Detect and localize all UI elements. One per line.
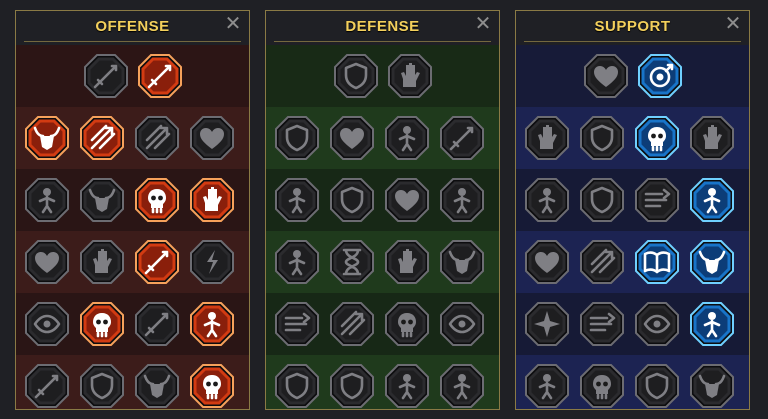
flaming-skull-icon[interactable] bbox=[188, 362, 236, 409]
crossed-out-eye-icon[interactable] bbox=[438, 300, 486, 348]
enraged-warrior-icon[interactable] bbox=[188, 300, 236, 348]
offense-close-icon[interactable]: ✕ bbox=[224, 14, 242, 34]
heart-dagger-icon[interactable] bbox=[23, 238, 71, 286]
offense-tier-row-6 bbox=[16, 355, 249, 409]
shield-arrow-icon[interactable] bbox=[133, 114, 181, 162]
twin-figures-icon[interactable] bbox=[688, 176, 736, 224]
demon-horns-icon[interactable] bbox=[23, 114, 71, 162]
offense-header-divider bbox=[24, 41, 241, 42]
lightning-shield-icon[interactable] bbox=[578, 176, 626, 224]
chained-heart-icon[interactable] bbox=[523, 238, 571, 286]
offense-panel-title: OFFENSE bbox=[95, 18, 170, 35]
support-panel-header: SUPPORT ✕ bbox=[516, 11, 749, 42]
deflect-blade-icon[interactable] bbox=[438, 114, 486, 162]
knight-helm-icon[interactable] bbox=[78, 362, 126, 409]
swift-boot-icon[interactable] bbox=[578, 300, 626, 348]
axe-blow-icon[interactable] bbox=[133, 238, 181, 286]
support-close-icon[interactable]: ✕ bbox=[724, 14, 742, 34]
speed-hand-icon[interactable] bbox=[688, 114, 736, 162]
support-header-divider bbox=[524, 41, 741, 42]
armored-fist-icon[interactable] bbox=[78, 238, 126, 286]
wind-swirl-icon[interactable] bbox=[633, 176, 681, 224]
arrow-volley-icon[interactable] bbox=[78, 114, 126, 162]
charging-warrior-icon[interactable] bbox=[23, 176, 71, 224]
offense-tier-row-1 bbox=[16, 45, 249, 107]
offense-tier-row-5 bbox=[16, 293, 249, 355]
poison-flask-icon[interactable] bbox=[523, 362, 571, 409]
layered-shield-icon[interactable] bbox=[273, 114, 321, 162]
dagger-icon[interactable] bbox=[133, 300, 181, 348]
compass-star-icon[interactable] bbox=[523, 300, 571, 348]
meteor-icon[interactable] bbox=[578, 238, 626, 286]
chain-lightning-icon[interactable] bbox=[188, 238, 236, 286]
defense-tier-row-1 bbox=[266, 45, 499, 107]
skull-strike-icon[interactable] bbox=[133, 176, 181, 224]
stone-wall-icon[interactable] bbox=[332, 52, 380, 100]
shield-ring-icon[interactable] bbox=[578, 114, 626, 162]
tower-shield-icon[interactable] bbox=[328, 362, 376, 409]
heart-sword-icon[interactable] bbox=[188, 114, 236, 162]
heart-shield-icon[interactable] bbox=[383, 176, 431, 224]
defense-tier-row-4 bbox=[266, 231, 499, 293]
support-tier-row-1 bbox=[516, 45, 749, 107]
open-palm-icon[interactable] bbox=[383, 238, 431, 286]
fist-strike-icon[interactable] bbox=[188, 176, 236, 224]
support-tier-row-3 bbox=[516, 169, 749, 231]
sword-slash-icon[interactable] bbox=[23, 362, 71, 409]
skeleton-icon[interactable] bbox=[383, 362, 431, 409]
target-wings-icon[interactable] bbox=[636, 52, 684, 100]
praying-hands-icon[interactable] bbox=[523, 114, 571, 162]
eagle-head-icon[interactable] bbox=[688, 362, 736, 409]
defense-tier-row-6 bbox=[266, 355, 499, 409]
offense-panel-header: OFFENSE ✕ bbox=[16, 11, 249, 42]
beast-icon[interactable] bbox=[133, 362, 181, 409]
defense-header-divider bbox=[274, 41, 491, 42]
hooded-head-icon[interactable] bbox=[438, 176, 486, 224]
defense-panel-title: DEFENSE bbox=[345, 18, 420, 35]
cyclops-eye-icon[interactable] bbox=[23, 300, 71, 348]
support-panel: SUPPORT ✕ bbox=[515, 10, 750, 410]
twin-skulls-icon[interactable] bbox=[78, 300, 126, 348]
support-tier-row-2 bbox=[516, 107, 749, 169]
spiked-skull-icon[interactable] bbox=[383, 300, 431, 348]
flaming-skull-icon[interactable] bbox=[633, 114, 681, 162]
hourglass-icon[interactable] bbox=[328, 238, 376, 286]
flaming-blade-icon[interactable] bbox=[136, 52, 184, 100]
defense-panel: DEFENSE ✕ bbox=[265, 10, 500, 410]
shield-bearer-icon[interactable] bbox=[328, 176, 376, 224]
running-man-icon[interactable] bbox=[273, 300, 321, 348]
offense-tier-row-3 bbox=[16, 169, 249, 231]
claw-marks-icon[interactable] bbox=[328, 300, 376, 348]
deflecting-fighter-icon[interactable] bbox=[273, 176, 321, 224]
crossed-swords-icon[interactable] bbox=[82, 52, 130, 100]
offense-tier-row-4 bbox=[16, 231, 249, 293]
all-seeing-eye-icon[interactable] bbox=[633, 300, 681, 348]
defense-tier-row-5 bbox=[266, 293, 499, 355]
defense-tier-row-2 bbox=[266, 107, 499, 169]
horned-helm-icon[interactable] bbox=[273, 362, 321, 409]
fanged-jaw-icon[interactable] bbox=[78, 176, 126, 224]
offense-panel: OFFENSE ✕ bbox=[15, 10, 250, 410]
skull-icon[interactable] bbox=[578, 362, 626, 409]
open-book-icon[interactable] bbox=[633, 238, 681, 286]
dodging-figure-icon[interactable] bbox=[688, 300, 736, 348]
fortress-icon[interactable] bbox=[633, 362, 681, 409]
angry-face-icon[interactable] bbox=[688, 238, 736, 286]
support-tier-row-5 bbox=[516, 293, 749, 355]
support-tier-row-4 bbox=[516, 231, 749, 293]
armored-heart-icon[interactable] bbox=[328, 114, 376, 162]
brute-icon[interactable] bbox=[438, 362, 486, 409]
blessed-figure-icon[interactable] bbox=[523, 176, 571, 224]
offense-tier-row-2 bbox=[16, 107, 249, 169]
crowd-icon[interactable] bbox=[273, 238, 321, 286]
raised-fist-icon[interactable] bbox=[386, 52, 434, 100]
defense-panel-header: DEFENSE ✕ bbox=[266, 11, 499, 42]
support-panel-title: SUPPORT bbox=[594, 18, 671, 35]
defense-tier-row-3 bbox=[266, 169, 499, 231]
heart-sparkle-icon[interactable] bbox=[582, 52, 630, 100]
muscled-torso-icon[interactable] bbox=[383, 114, 431, 162]
defense-close-icon[interactable]: ✕ bbox=[474, 14, 492, 34]
bull-head-icon[interactable] bbox=[438, 238, 486, 286]
support-tier-row-6 bbox=[516, 355, 749, 409]
